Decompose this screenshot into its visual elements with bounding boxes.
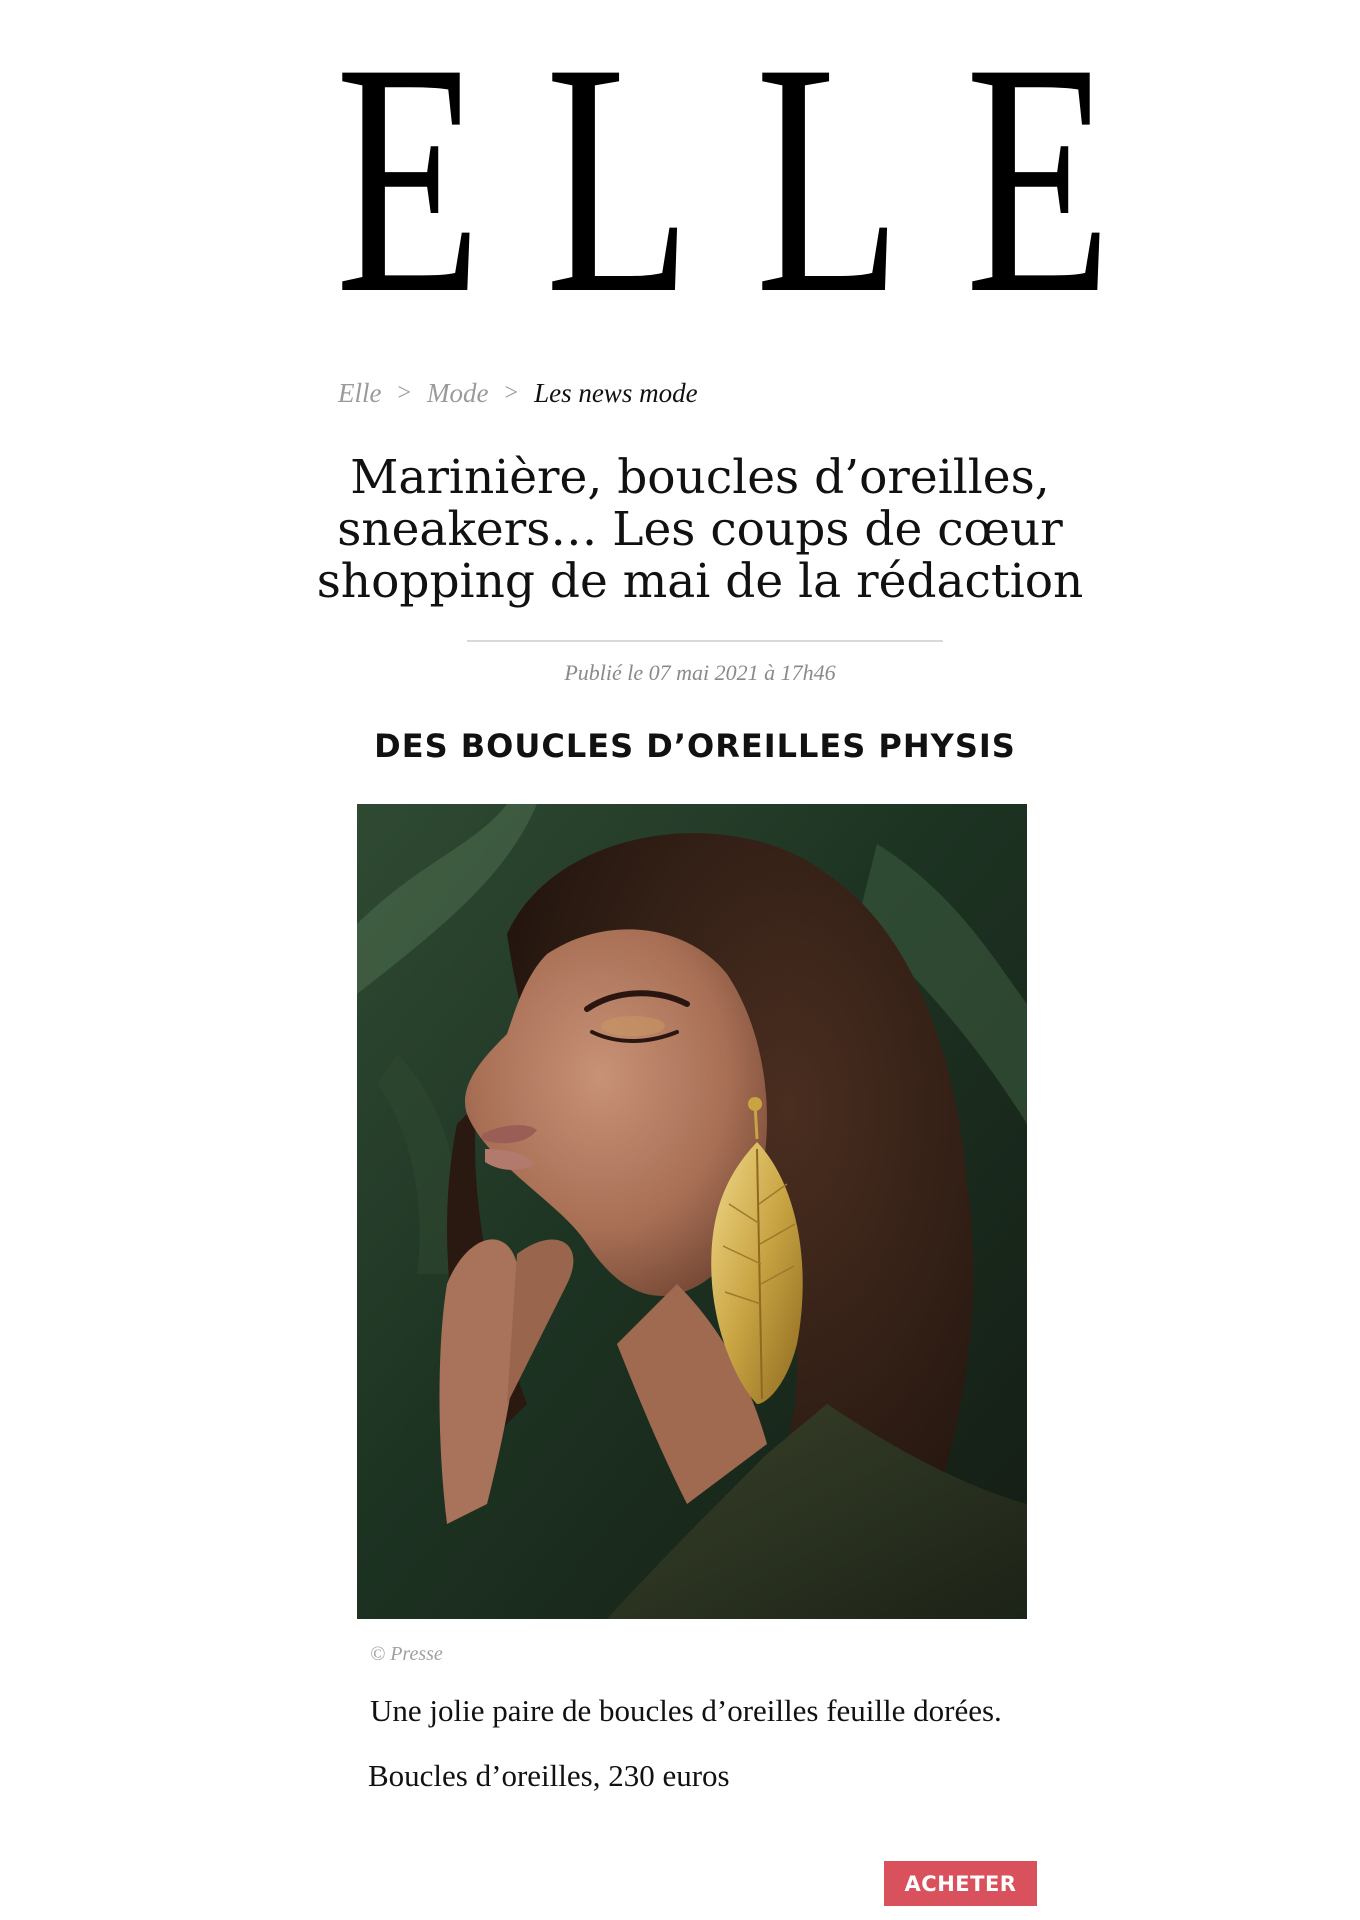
elle-logo[interactable]: E L L E (320, 12, 1111, 344)
publish-date: Publié le 07 mai 2021 à 17h46 (564, 660, 836, 685)
breadcrumb-item-current[interactable]: Les news mode (534, 378, 698, 409)
article-page: E L L E Elle > Mode > Les news mode Mari… (0, 0, 1360, 1920)
image-credit: © Presse (370, 1643, 443, 1665)
title-line: Marinière, boucles d’oreilles, (350, 450, 1050, 505)
title-line: sneakers… Les coups de cœur (337, 502, 1063, 557)
breadcrumb-separator: > (504, 380, 519, 406)
product-description: Une jolie paire de boucles d’oreilles fe… (370, 1693, 1002, 1728)
title-line: shopping de mai de la rédaction (316, 554, 1084, 609)
portrait-photo-icon (357, 804, 1027, 1619)
breadcrumb-item-mode[interactable]: Mode (427, 378, 488, 409)
logo-letter: E (965, 0, 1112, 362)
page-title: Marinière, boucles d’oreilles, sneakers…… (300, 452, 1100, 608)
logo-letter: E (335, 0, 482, 362)
logo-letter: L (755, 0, 902, 362)
breadcrumb: Elle > Mode > Les news mode (338, 378, 698, 409)
product-photo (357, 804, 1027, 1619)
product-section-title: DES BOUCLES D’OREILLES PHYSIS (374, 727, 1016, 765)
buy-button[interactable]: ACHETER (884, 1861, 1037, 1906)
logo-letter: L (545, 0, 692, 362)
title-divider (467, 640, 943, 642)
breadcrumb-item-elle[interactable]: Elle (338, 378, 381, 409)
product-price: Boucles d’oreilles, 230 euros (368, 1758, 730, 1793)
breadcrumb-separator: > (397, 380, 412, 406)
